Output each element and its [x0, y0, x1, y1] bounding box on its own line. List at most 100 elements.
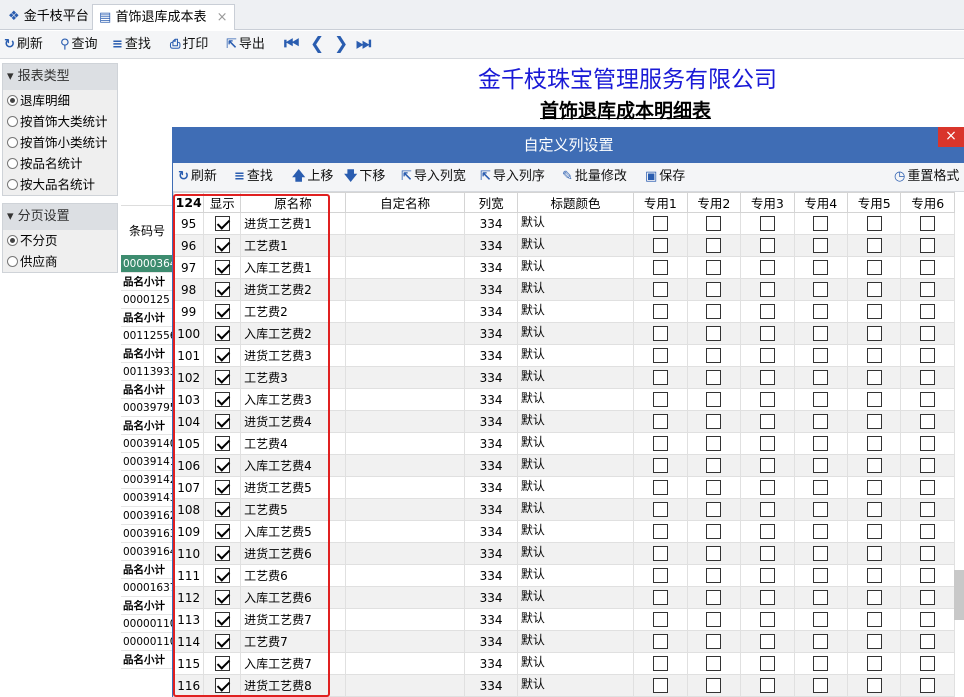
special5-cell[interactable]	[846, 476, 902, 499]
special3-checkbox[interactable]	[759, 568, 775, 583]
title-color-cell[interactable]: 默认	[516, 256, 635, 279]
tab-platform[interactable]: ❖ 金千枝平台	[2, 4, 95, 30]
custom-name-cell[interactable]	[344, 520, 466, 543]
next-page-icon[interactable]: ❯	[334, 34, 348, 54]
show-checkbox[interactable]	[214, 634, 230, 649]
special2-cell[interactable]	[686, 234, 742, 257]
special2-cell[interactable]	[686, 300, 742, 323]
width-cell[interactable]: 334	[464, 366, 518, 389]
special6-checkbox[interactable]	[920, 524, 936, 539]
width-cell[interactable]: 334	[464, 454, 518, 477]
custom-name-cell[interactable]	[344, 652, 466, 675]
column-row[interactable]: 104 进货工艺费4 334 默认	[172, 410, 955, 433]
special2-checkbox[interactable]	[706, 524, 722, 539]
width-header[interactable]: 列宽	[464, 192, 518, 213]
special5-cell[interactable]	[846, 520, 902, 543]
title-color-cell[interactable]: 默认	[516, 300, 635, 323]
width-cell[interactable]: 334	[464, 278, 518, 301]
background-row[interactable]: 品名小计	[121, 345, 173, 363]
show-checkbox[interactable]	[214, 458, 230, 473]
special6-cell[interactable]	[900, 630, 955, 653]
show-checkbox-cell[interactable]	[203, 300, 242, 323]
special4-cell[interactable]	[793, 586, 848, 609]
special1-cell[interactable]	[633, 674, 688, 697]
special1-checkbox[interactable]	[652, 502, 668, 517]
background-row[interactable]: 00001637	[121, 579, 173, 597]
show-checkbox[interactable]	[214, 238, 230, 253]
width-cell[interactable]: 334	[464, 674, 518, 697]
special2-checkbox[interactable]	[706, 414, 722, 429]
special3-checkbox[interactable]	[759, 260, 775, 275]
width-cell[interactable]: 334	[464, 586, 518, 609]
special4-cell[interactable]	[793, 388, 848, 411]
special3-cell[interactable]	[740, 344, 795, 367]
special5-checkbox[interactable]	[866, 458, 882, 473]
special1-checkbox[interactable]	[652, 392, 668, 407]
special4-checkbox[interactable]	[813, 282, 829, 297]
column-row[interactable]: 113 进货工艺费7 334 默认	[172, 608, 955, 631]
column-row[interactable]: 101 进货工艺费3 334 默认	[172, 344, 955, 367]
special3-checkbox[interactable]	[759, 414, 775, 429]
special6-cell[interactable]	[900, 586, 955, 609]
special5-cell[interactable]	[846, 454, 902, 477]
report-type-option[interactable]: 按大品名统计	[3, 174, 117, 195]
special5-checkbox[interactable]	[866, 546, 882, 561]
special4-cell[interactable]	[793, 278, 848, 301]
special2-cell[interactable]	[686, 278, 742, 301]
special6-cell[interactable]	[900, 542, 955, 565]
background-row[interactable]: 00000110	[121, 633, 173, 651]
show-checkbox[interactable]	[214, 436, 230, 451]
special6-checkbox[interactable]	[920, 392, 936, 407]
special2-checkbox[interactable]	[706, 656, 722, 671]
special5-cell[interactable]	[846, 586, 902, 609]
special1-cell[interactable]	[633, 322, 688, 345]
special2-cell[interactable]	[686, 674, 742, 697]
special3-checkbox[interactable]	[759, 392, 775, 407]
special2-cell[interactable]	[686, 476, 742, 499]
special3-checkbox[interactable]	[759, 678, 775, 693]
show-checkbox-cell[interactable]	[203, 234, 242, 257]
special5-checkbox[interactable]	[866, 282, 882, 297]
title-color-cell[interactable]: 默认	[516, 212, 635, 235]
special3-cell[interactable]	[740, 674, 795, 697]
column-row[interactable]: 105 工艺费4 334 默认	[172, 432, 955, 455]
column-row[interactable]: 112 入库工艺费6 334 默认	[172, 586, 955, 609]
special1-cell[interactable]	[633, 256, 688, 279]
background-row[interactable]: 0000125	[121, 291, 173, 309]
special2-checkbox[interactable]	[706, 370, 722, 385]
special2-cell[interactable]	[686, 630, 742, 653]
background-row[interactable]: 00112556	[121, 327, 173, 345]
special1-checkbox[interactable]	[652, 568, 668, 583]
special3-checkbox[interactable]	[759, 656, 775, 671]
show-checkbox-cell[interactable]	[203, 630, 242, 653]
special2-cell[interactable]	[686, 608, 742, 631]
special3-cell[interactable]	[740, 476, 795, 499]
special4-checkbox[interactable]	[813, 480, 829, 495]
special4-cell[interactable]	[793, 322, 848, 345]
special6-checkbox[interactable]	[920, 370, 936, 385]
special5-checkbox[interactable]	[866, 348, 882, 363]
special1-cell[interactable]	[633, 344, 688, 367]
special4-checkbox[interactable]	[813, 502, 829, 517]
dialog-find-button[interactable]: ≡ 查找	[234, 167, 273, 187]
column-row[interactable]: 109 入库工艺费5 334 默认	[172, 520, 955, 543]
special5-checkbox[interactable]	[866, 678, 882, 693]
special2-checkbox[interactable]	[706, 546, 722, 561]
special2-cell[interactable]	[686, 366, 742, 389]
show-checkbox[interactable]	[214, 326, 230, 341]
special4-cell[interactable]	[793, 564, 848, 587]
special2-cell[interactable]	[686, 212, 742, 235]
special4-checkbox[interactable]	[813, 590, 829, 605]
prev-page-icon[interactable]: ❮	[310, 34, 324, 54]
special5-checkbox[interactable]	[866, 414, 882, 429]
special1-checkbox[interactable]	[652, 656, 668, 671]
width-cell[interactable]: 334	[464, 520, 518, 543]
column-row[interactable]: 99 工艺费2 334 默认	[172, 300, 955, 323]
special6-checkbox[interactable]	[920, 304, 936, 319]
refresh-button[interactable]: ↻ 刷新	[4, 35, 43, 55]
special3-checkbox[interactable]	[759, 502, 775, 517]
special6-checkbox[interactable]	[920, 458, 936, 473]
column-row[interactable]: 110 进货工艺费6 334 默认	[172, 542, 955, 565]
special5-checkbox[interactable]	[866, 568, 882, 583]
print-button[interactable]: ⎙ 打印	[170, 35, 208, 55]
